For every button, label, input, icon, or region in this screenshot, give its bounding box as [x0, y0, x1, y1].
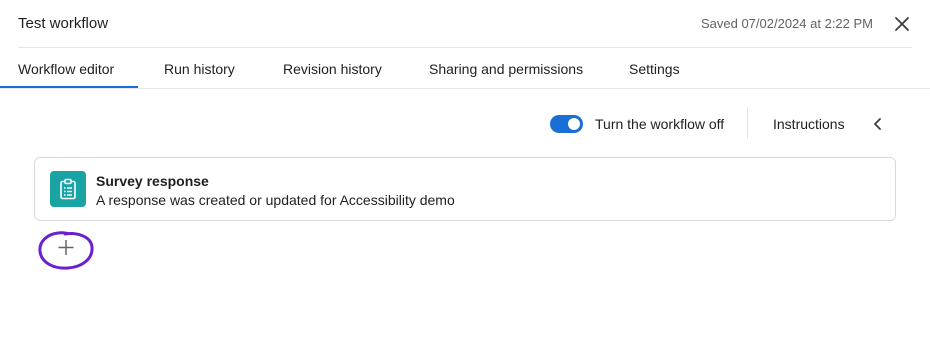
workflow-toolbar: Turn the workflow off Instructions	[0, 107, 930, 139]
trigger-title: Survey response	[96, 173, 209, 189]
toggle-label: Turn the workflow off	[595, 116, 725, 132]
tab-settings[interactable]: Settings	[629, 61, 680, 77]
saved-status: Saved 07/02/2024 at 2:22 PM	[700, 16, 873, 31]
tab-workflow-editor[interactable]: Workflow editor	[18, 61, 114, 77]
close-button[interactable]	[892, 14, 912, 34]
tab-revision-history[interactable]: Revision history	[283, 61, 382, 77]
trigger-card[interactable]: Survey response A response was created o…	[34, 157, 896, 221]
add-step-button[interactable]	[36, 227, 98, 273]
active-tab-indicator	[0, 86, 138, 88]
clipboard-icon	[60, 178, 76, 200]
workflow-title: Test workflow	[18, 15, 109, 32]
toggle-knob	[568, 118, 580, 130]
chevron-left-icon	[874, 118, 881, 130]
trigger-description: A response was created or updated for Ac…	[96, 192, 455, 208]
workflow-toggle[interactable]	[550, 115, 583, 133]
plus-icon	[38, 231, 94, 270]
collapse-panel-button[interactable]	[871, 116, 885, 132]
close-icon	[895, 17, 909, 31]
instructions-button[interactable]: Instructions	[773, 116, 845, 132]
tab-run-history[interactable]: Run history	[164, 61, 235, 77]
toolbar-divider	[747, 107, 748, 139]
trigger-icon-box	[50, 171, 86, 207]
tab-bar: Workflow editor Run history Revision his…	[0, 48, 930, 89]
header-bar: Test workflow Saved 07/02/2024 at 2:22 P…	[0, 0, 930, 48]
tab-sharing-and-permissions[interactable]: Sharing and permissions	[429, 61, 583, 77]
